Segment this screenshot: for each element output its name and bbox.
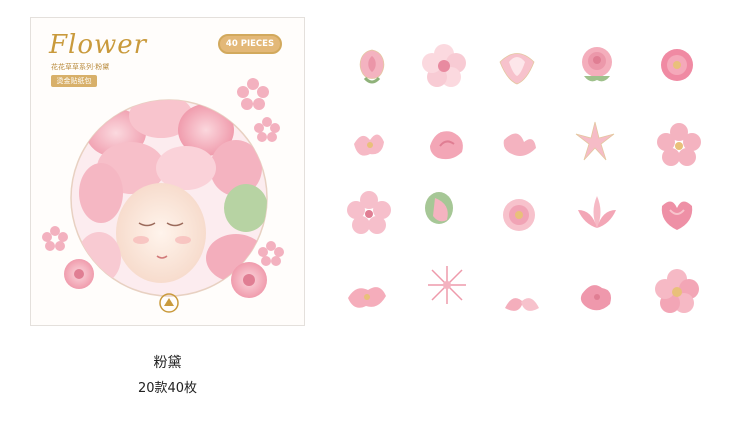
sticker-sweet-pea	[503, 133, 536, 156]
product-count: 20款40枚	[137, 381, 198, 396]
sticker-magnolia	[499, 53, 535, 85]
sticker-sakura-2	[347, 191, 391, 234]
sticker-camellia	[661, 49, 693, 81]
sticker-anemone	[422, 44, 466, 87]
product-name: 粉黛	[153, 355, 182, 371]
sticker-leaf-bud	[425, 192, 453, 224]
sticker-lotus	[578, 196, 616, 228]
sticker-chrysanthemum	[428, 266, 466, 304]
sticker-sakura	[657, 123, 701, 166]
sticker-petal-cluster	[354, 134, 384, 156]
package-title: Flower	[49, 30, 148, 60]
sticker-wild-rose	[655, 269, 699, 313]
sticker-rose	[582, 47, 612, 82]
sticker-lily	[575, 121, 615, 161]
sticker-peony	[503, 199, 535, 231]
sticker-petals	[348, 287, 386, 308]
package-tag: 烫金贴纸包	[51, 75, 97, 87]
sticker-tulip	[661, 201, 693, 230]
sticker-hibiscus	[580, 285, 611, 311]
sticker-poppy	[430, 131, 463, 160]
sticker-grid	[322, 32, 732, 322]
pieces-badge: 40 PIECES	[218, 34, 282, 54]
sticker-package: Flower 花花草草系列·粉黛 烫金贴纸包 40 PIECES	[30, 17, 305, 326]
sticker-petal-pair	[505, 298, 539, 311]
package-subtitle: 花花草草系列·粉黛	[51, 63, 110, 71]
sticker-rosebud	[359, 49, 385, 84]
